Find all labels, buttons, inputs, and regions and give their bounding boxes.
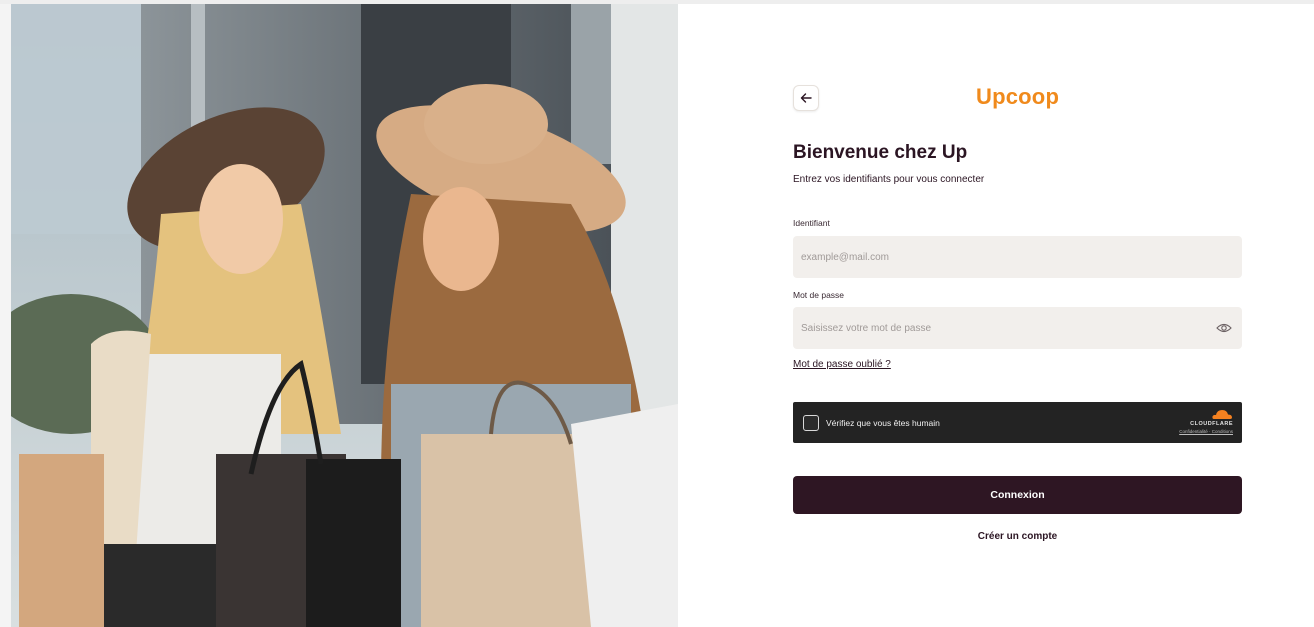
cloudflare-branding: CLOUDFLARE Confidentialité · Conditions (1163, 408, 1233, 438)
captcha-checkbox[interactable] (803, 414, 819, 431)
page-title: Bienvenue chez Up (793, 142, 968, 163)
captcha-label: Vérifiez que vous êtes humain (826, 417, 940, 428)
page-subtitle: Entrez vos identifiants pour vous connec… (793, 174, 985, 185)
upcoop-logo: Upcoop (976, 84, 1060, 109)
back-button[interactable] (793, 85, 819, 111)
login-button[interactable]: Connexion (793, 476, 1242, 514)
identifier-input[interactable] (801, 236, 1242, 278)
hero-photo (11, 4, 678, 627)
login-panel: Upcoop Bienvenue chez Up Entrez vos iden… (678, 4, 1314, 627)
create-account-link[interactable]: Créer un compte (793, 531, 1242, 542)
identifier-label: Identifiant (793, 218, 830, 228)
password-input[interactable] (801, 307, 1242, 349)
cloudflare-cloud-icon (1212, 410, 1232, 419)
password-field-wrapper (793, 307, 1242, 349)
identifier-field-wrapper (793, 236, 1242, 278)
password-label: Mot de passe (793, 290, 845, 300)
cloudflare-links[interactable]: Confidentialité · Conditions (1179, 429, 1233, 434)
eye-icon[interactable] (1216, 321, 1232, 335)
cloudflare-name: CLOUDFLARE (1190, 421, 1233, 427)
forgot-password-link[interactable]: Mot de passe oublié ? (793, 359, 891, 370)
captcha-widget: Vérifiez que vous êtes humain CLOUDFLARE… (793, 402, 1242, 443)
arrow-left-icon (800, 93, 812, 103)
